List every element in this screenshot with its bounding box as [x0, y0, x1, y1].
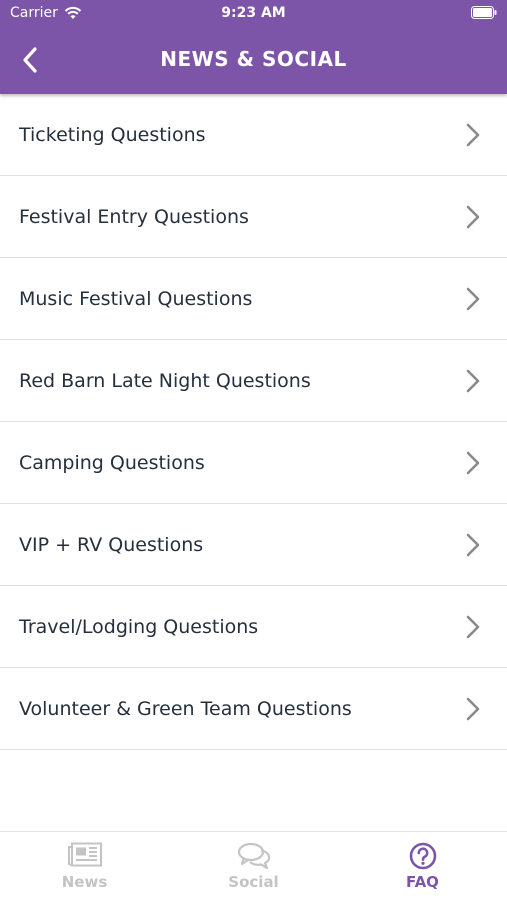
page-title: NEWS & SOCIAL	[160, 47, 347, 71]
faq-item-label: Camping Questions	[19, 451, 205, 474]
faq-item-label: Travel/Lodging Questions	[19, 615, 259, 638]
navigation-bar: NEWS & SOCIAL	[0, 28, 507, 94]
chevron-right-icon	[463, 696, 483, 722]
faq-item-label: Festival Entry Questions	[19, 205, 249, 228]
tab-news-label: News	[61, 873, 108, 891]
faq-item-music-festival[interactable]: Music Festival Questions	[0, 258, 507, 340]
chevron-right-icon	[463, 286, 483, 312]
faq-item-label: VIP + RV Questions	[19, 533, 204, 556]
chat-bubbles-icon	[169, 842, 338, 870]
faq-item-volunteer[interactable]: Volunteer & Green Team Questions	[0, 668, 507, 750]
faq-item-label: Ticketing Questions	[19, 123, 206, 146]
tab-news[interactable]: News	[0, 832, 169, 901]
faq-item-camping[interactable]: Camping Questions	[0, 422, 507, 504]
faq-item-label: Volunteer & Green Team Questions	[19, 697, 352, 720]
newspaper-icon	[0, 842, 169, 870]
chevron-right-icon	[463, 450, 483, 476]
chevron-right-icon	[463, 614, 483, 640]
faq-item-ticketing[interactable]: Ticketing Questions	[0, 94, 507, 176]
faq-item-red-barn[interactable]: Red Barn Late Night Questions	[0, 340, 507, 422]
faq-item-label: Red Barn Late Night Questions	[19, 369, 311, 392]
chevron-right-icon	[463, 368, 483, 394]
battery-icon	[471, 6, 497, 19]
tab-faq-label: FAQ	[406, 873, 439, 891]
tab-social-label: Social	[228, 873, 279, 891]
faq-item-travel-lodging[interactable]: Travel/Lodging Questions	[0, 586, 507, 668]
faq-list: Ticketing Questions Festival Entry Quest…	[0, 94, 507, 750]
status-bar: Carrier 9:23 AM	[0, 0, 507, 28]
question-circle-icon	[338, 842, 507, 870]
faq-item-label: Music Festival Questions	[19, 287, 253, 310]
chevron-right-icon	[463, 204, 483, 230]
app-header: Carrier 9:23 AM NEWS & SOCIAL	[0, 0, 507, 94]
faq-item-vip-rv[interactable]: VIP + RV Questions	[0, 504, 507, 586]
chevron-right-icon	[463, 532, 483, 558]
tab-social[interactable]: Social	[169, 832, 338, 901]
tab-bar: News Social FAQ	[0, 831, 507, 901]
faq-item-festival-entry[interactable]: Festival Entry Questions	[0, 176, 507, 258]
tab-faq[interactable]: FAQ	[338, 832, 507, 901]
status-time: 9:23 AM	[221, 5, 286, 21]
chevron-right-icon	[463, 122, 483, 148]
